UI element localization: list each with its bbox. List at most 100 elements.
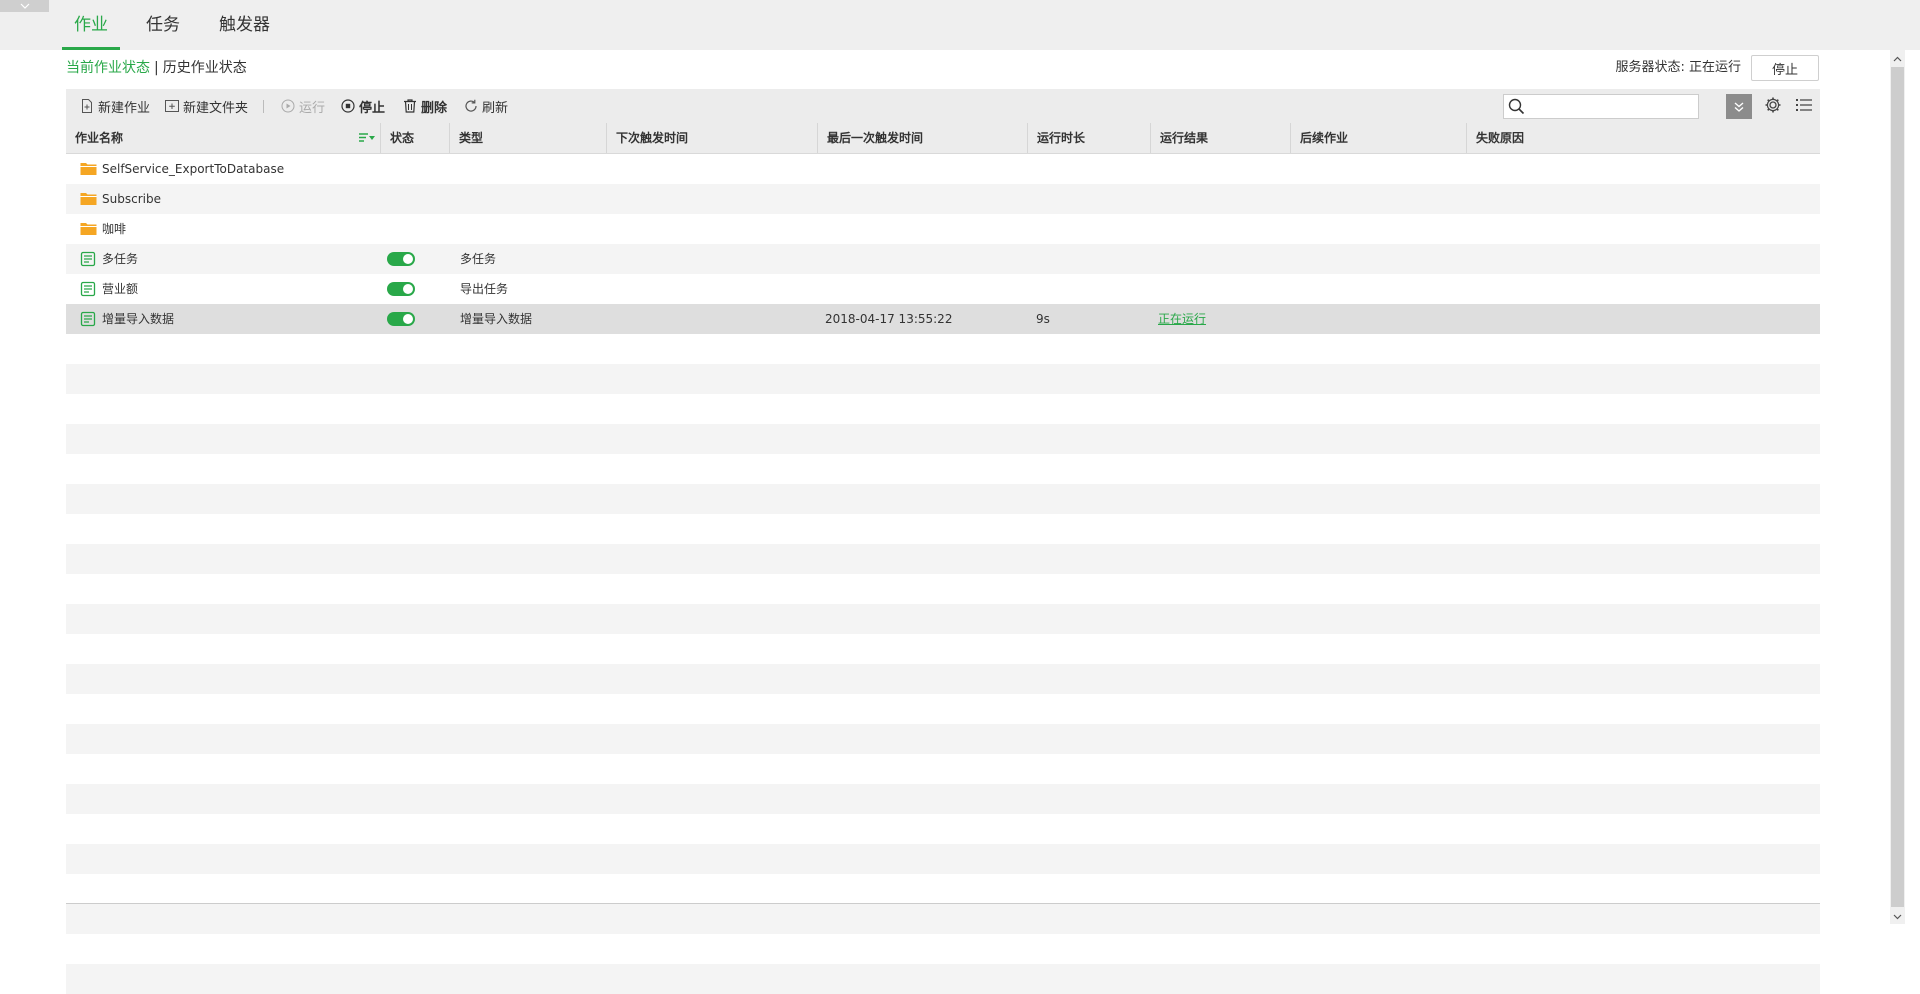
search-options-button[interactable] (1726, 94, 1752, 119)
table-row[interactable]: SelfService_ExportToDatabase (66, 154, 1820, 184)
search-icon (1508, 98, 1525, 115)
empty-row (66, 724, 1820, 754)
job-enabled-toggle[interactable] (387, 252, 415, 266)
table-row[interactable]: 增量导入数据 增量导入数据 2018-04-17 13:55:22 9s 正在运… (66, 304, 1820, 334)
job-duration: 9s (1036, 312, 1050, 326)
server-status: 服务器状态: 正在运行 (1615, 58, 1741, 78)
job-result-link[interactable]: 正在运行 (1158, 304, 1206, 334)
job-enabled-toggle[interactable] (387, 312, 415, 326)
empty-row (66, 364, 1820, 394)
job-type: 增量导入数据 (460, 312, 533, 326)
tab-jobs[interactable]: 作业 (62, 0, 120, 50)
table-row[interactable]: 多任务 多任务 (66, 244, 1820, 274)
job-icon (80, 251, 96, 267)
empty-row (66, 604, 1820, 634)
chevron-down-icon (1893, 914, 1902, 919)
column-header-duration[interactable]: 运行时长 (1028, 123, 1151, 153)
scrollbar-thumb[interactable] (1891, 67, 1904, 907)
column-header-next-trigger[interactable]: 下次触发时间 (607, 123, 818, 153)
trash-icon (404, 99, 416, 113)
table-row[interactable]: Subscribe (66, 184, 1820, 214)
column-header-name[interactable]: 作业名称 (66, 123, 381, 153)
sort-filter-button[interactable] (359, 132, 375, 147)
empty-row (66, 814, 1820, 844)
job-table-body: SelfService_ExportToDatabase Subscribe 咖… (66, 154, 1820, 994)
job-status-switch: 当前作业状态 | 历史作业状态 (66, 58, 247, 78)
empty-row (66, 784, 1820, 814)
scroll-down-button[interactable] (1890, 909, 1905, 924)
job-name: 多任务 (102, 252, 139, 266)
empty-row (66, 634, 1820, 664)
new-folder-button[interactable]: 新建文件夹 (165, 89, 248, 123)
search-box (1503, 94, 1699, 119)
table-row[interactable]: 营业额 导出任务 (66, 274, 1820, 304)
empty-row (66, 454, 1820, 484)
job-type: 多任务 (460, 252, 497, 266)
settings-button[interactable] (1764, 96, 1782, 117)
history-job-status-link[interactable]: 历史作业状态 (163, 60, 247, 76)
new-folder-label: 新建文件夹 (183, 100, 249, 116)
empty-row (66, 904, 1820, 934)
job-name: 增量导入数据 (102, 312, 175, 326)
folder-icon (80, 223, 97, 235)
delete-button[interactable]: 删除 (403, 89, 447, 123)
refresh-button[interactable]: 刷新 (464, 89, 508, 123)
run-label: 运行 (299, 100, 326, 116)
empty-row (66, 664, 1820, 694)
chevron-up-icon (1893, 56, 1902, 61)
toolbar-divider (263, 100, 264, 113)
empty-row (66, 964, 1820, 994)
tab-triggers[interactable]: 触发器 (207, 0, 282, 50)
column-header-last-trigger[interactable]: 最后一次触发时间 (818, 123, 1028, 153)
job-name: 咖啡 (102, 222, 127, 236)
status-separator: | (154, 60, 159, 76)
job-icon (80, 311, 96, 327)
empty-row (66, 754, 1820, 784)
job-name: SelfService_ExportToDatabase (102, 162, 285, 176)
empty-row (66, 574, 1820, 604)
column-header-next-job[interactable]: 后续作业 (1291, 123, 1467, 153)
empty-row (66, 394, 1820, 424)
stop-button[interactable]: 停止 (341, 89, 385, 123)
table-bottom-border (66, 903, 1820, 904)
job-enabled-toggle[interactable] (387, 282, 415, 296)
delete-label: 删除 (421, 100, 448, 116)
empty-row (66, 514, 1820, 544)
folder-icon (80, 193, 97, 205)
search-input[interactable] (1530, 97, 1674, 118)
empty-row (66, 334, 1820, 364)
stop-label: 停止 (359, 100, 386, 116)
empty-row (66, 484, 1820, 514)
table-row[interactable]: 咖啡 (66, 214, 1820, 244)
refresh-icon (465, 99, 477, 112)
job-type: 导出任务 (460, 282, 509, 296)
server-status-label: 服务器状态: (1615, 60, 1685, 75)
empty-row (66, 874, 1820, 904)
collapse-toggle[interactable] (0, 0, 49, 12)
new-file-icon (82, 99, 92, 113)
column-header-status[interactable]: 状态 (381, 123, 450, 153)
column-header-result[interactable]: 运行结果 (1151, 123, 1291, 153)
empty-row (66, 934, 1820, 964)
column-header-failure-reason[interactable]: 失败原因 (1467, 123, 1820, 153)
column-list-button[interactable] (1795, 96, 1813, 117)
tab-tasks[interactable]: 任务 (134, 0, 192, 50)
current-job-status-link[interactable]: 当前作业状态 (66, 60, 150, 76)
new-folder-icon (165, 100, 179, 112)
job-last-trigger-time: 2018-04-17 13:55:22 (825, 312, 953, 326)
table-header: 作业名称 状态 类型 下次触发时间 最后一次触发时间 运行时长 运行结果 后续作… (66, 123, 1820, 154)
refresh-label: 刷新 (482, 100, 509, 116)
run-button[interactable]: 运行 (281, 89, 325, 123)
double-chevron-down-icon (1734, 101, 1744, 112)
new-job-label: 新建作业 (98, 100, 151, 116)
empty-row (66, 694, 1820, 724)
column-header-type[interactable]: 类型 (450, 123, 607, 153)
stop-server-button[interactable]: 停止 (1751, 55, 1819, 81)
new-job-button[interactable]: 新建作业 (80, 89, 150, 123)
scroll-up-button[interactable] (1890, 51, 1905, 66)
list-icon (1796, 99, 1812, 111)
job-name: Subscribe (102, 192, 161, 206)
gear-icon (1765, 97, 1781, 113)
folder-icon (80, 163, 97, 175)
empty-row (66, 844, 1820, 874)
